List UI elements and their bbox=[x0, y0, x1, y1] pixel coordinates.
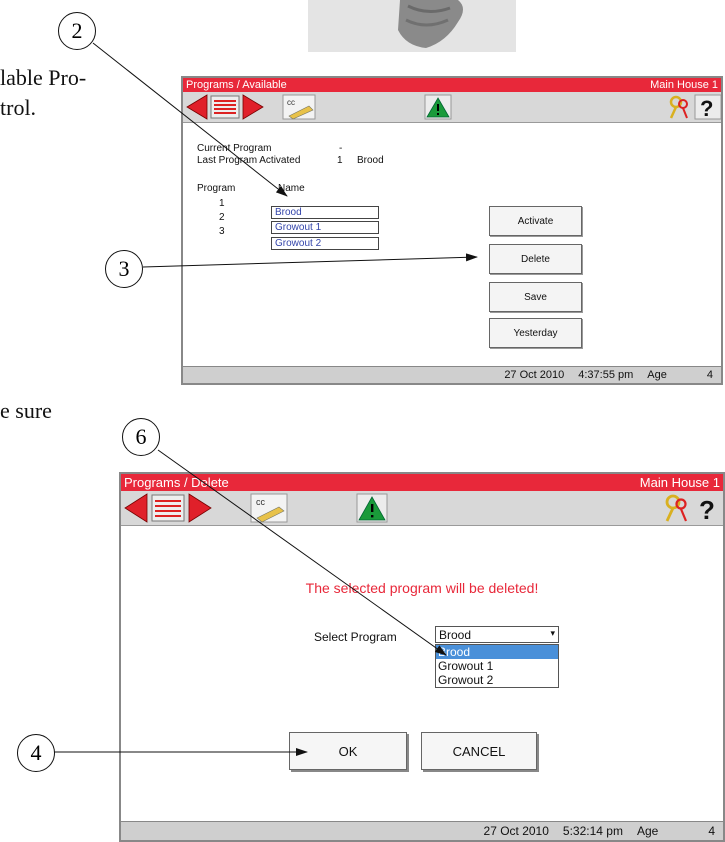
title-bar: Programs / Available Main House 1 bbox=[183, 78, 721, 92]
name-column-header: Name bbox=[278, 183, 305, 194]
back-arrow-icon[interactable] bbox=[124, 493, 148, 523]
title-bar: Programs / Delete Main House 1 bbox=[121, 474, 723, 491]
menu-list-icon[interactable] bbox=[210, 95, 240, 119]
screen-title: Programs / Delete bbox=[124, 475, 229, 490]
cc-card-icon[interactable]: cc bbox=[250, 493, 288, 523]
callout-4: 4 bbox=[17, 734, 55, 772]
doc-text-line2: trol. bbox=[0, 95, 37, 120]
house-name: Main House 1 bbox=[639, 475, 720, 490]
status-age-label: Age bbox=[647, 369, 667, 381]
status-age-value: 4 bbox=[706, 369, 713, 381]
delete-button[interactable]: Delete bbox=[489, 244, 582, 274]
menu-list-icon[interactable] bbox=[151, 494, 185, 522]
doc-text-line1: lable Pro- bbox=[0, 65, 87, 90]
house-name: Main House 1 bbox=[650, 79, 718, 91]
back-arrow-icon[interactable] bbox=[186, 94, 208, 120]
program-option-growout-2[interactable]: Growout 2 bbox=[436, 673, 558, 687]
current-program-value: - bbox=[339, 143, 343, 154]
programs-delete-screen: Programs / Delete Main House 1 cc ? The … bbox=[119, 472, 725, 842]
forward-arrow-icon[interactable] bbox=[188, 493, 212, 523]
last-activated-number: 1 bbox=[337, 155, 343, 166]
help-icon[interactable]: ? bbox=[694, 94, 721, 121]
program-option-growout-1[interactable]: Growout 1 bbox=[436, 659, 558, 673]
status-bar: 27 Oct 2010 4:37:55 pm Age 4 bbox=[183, 366, 721, 383]
cc-icon-text: cc bbox=[287, 98, 295, 107]
doc-text-line3: e sure bbox=[0, 398, 52, 423]
status-date: 27 Oct 2010 bbox=[483, 824, 549, 838]
select-program-label: Select Program bbox=[314, 630, 397, 644]
hand-photo bbox=[308, 0, 516, 52]
programs-available-screen: Programs / Available Main House 1 cc ? C… bbox=[181, 76, 723, 385]
program-select-dropdown[interactable]: Brood ▾ bbox=[435, 626, 559, 643]
program-column-header: Program bbox=[197, 183, 236, 194]
forward-arrow-icon[interactable] bbox=[242, 94, 264, 120]
last-activated-name: Brood bbox=[357, 155, 384, 166]
program-option-brood[interactable]: Brood bbox=[436, 645, 558, 659]
cc-icon-text: cc bbox=[256, 497, 266, 507]
keys-icon[interactable] bbox=[665, 494, 688, 522]
help-icon-text: ? bbox=[699, 495, 715, 525]
status-age-label: Age bbox=[636, 824, 659, 838]
activate-button[interactable]: Activate bbox=[489, 206, 582, 236]
callout-2: 2 bbox=[58, 12, 96, 50]
selected-program-value: Brood bbox=[439, 628, 472, 642]
dropdown-arrow-icon[interactable]: ▾ bbox=[550, 628, 555, 639]
toolbar: cc ? bbox=[121, 491, 723, 526]
ok-button[interactable]: OK bbox=[289, 732, 407, 770]
program-row-number: 1 bbox=[219, 198, 225, 209]
help-icon[interactable]: ? bbox=[699, 495, 715, 525]
yesterday-button[interactable]: Yesterday bbox=[489, 318, 582, 348]
cc-card-icon[interactable]: cc bbox=[282, 94, 316, 120]
cancel-button[interactable]: CANCEL bbox=[421, 732, 537, 770]
alarm-warning-icon[interactable] bbox=[424, 94, 452, 120]
screen-title: Programs / Available bbox=[186, 79, 287, 91]
current-program-label: Current Program bbox=[197, 143, 272, 154]
delete-warning-message: The selected program will be deleted! bbox=[305, 580, 539, 596]
keys-icon[interactable] bbox=[669, 95, 688, 119]
program-name-field[interactable]: Growout 1 bbox=[271, 221, 379, 234]
status-time: 4:37:55 pm bbox=[578, 369, 634, 381]
program-name-field[interactable]: Brood bbox=[271, 206, 379, 219]
last-activated-label: Last Program Activated bbox=[197, 155, 301, 166]
status-date: 27 Oct 2010 bbox=[504, 369, 565, 381]
program-row-number: 3 bbox=[219, 226, 225, 237]
program-options-list: Brood Growout 1 Growout 2 bbox=[435, 644, 559, 688]
alarm-warning-icon[interactable] bbox=[356, 493, 388, 523]
toolbar: cc ? bbox=[183, 92, 721, 123]
help-icon-text: ? bbox=[700, 96, 713, 121]
status-bar: 27 Oct 2010 5:32:14 pm Age 4 bbox=[121, 821, 723, 840]
callout-3: 3 bbox=[105, 250, 143, 288]
status-age-value: 4 bbox=[708, 824, 715, 838]
status-time: 5:32:14 pm bbox=[562, 824, 623, 838]
program-row-number: 2 bbox=[219, 212, 225, 223]
save-button[interactable]: Save bbox=[489, 282, 582, 312]
callout-6: 6 bbox=[122, 418, 160, 456]
program-name-field[interactable]: Growout 2 bbox=[271, 237, 379, 250]
